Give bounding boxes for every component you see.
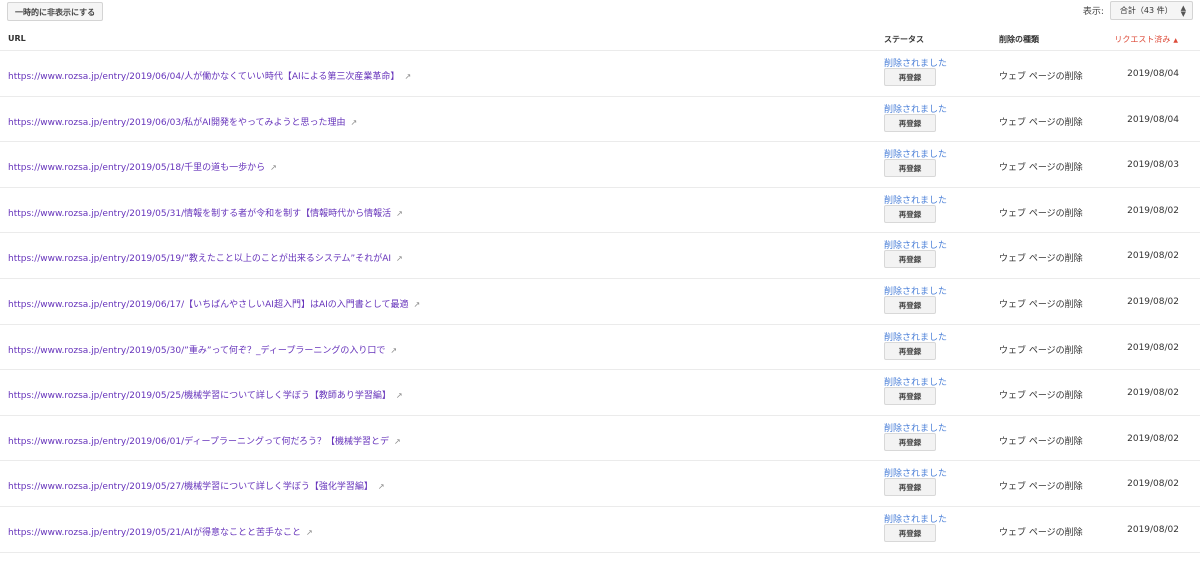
url-text: https://www.rozsa.jp/entry/2019/05/21/AI…	[8, 527, 301, 538]
requested-date: 2019/08/02	[1127, 251, 1179, 262]
requested-date: 2019/08/02	[1127, 479, 1179, 490]
url-link[interactable]: https://www.rozsa.jp/entry/2019/05/30/”重…	[8, 343, 397, 356]
display-filter: 表示: 合計（43 件） ▲ ▼	[1083, 1, 1193, 20]
re-register-button[interactable]: 再登録	[884, 523, 936, 542]
status-text: 削除されました	[884, 195, 948, 206]
external-link-icon[interactable]: ↗	[396, 391, 403, 400]
requested-date: 2019/08/02	[1127, 433, 1179, 444]
status-text: 削除されました	[884, 104, 948, 115]
select-arrows-icon: ▲ ▼	[1180, 3, 1186, 18]
requested-date: 2019/08/02	[1127, 342, 1179, 353]
url-text: https://www.rozsa.jp/entry/2019/06/04/人が…	[8, 72, 400, 82]
column-header-url[interactable]: URL	[8, 34, 26, 43]
url-link[interactable]: https://www.rozsa.jp/entry/2019/06/17/【い…	[8, 297, 420, 310]
toolbar: 一時的に非表示にする 表示: 合計（43 件） ▲ ▼	[0, 0, 1200, 28]
removal-type: ウェブ ページの削除	[999, 391, 1083, 402]
url-link[interactable]: https://www.rozsa.jp/entry/2019/05/31/情報…	[8, 206, 403, 219]
url-text: https://www.rozsa.jp/entry/2019/06/03/私が…	[8, 117, 346, 128]
table-row: https://www.rozsa.jp/entry/2019/05/27/機械…	[0, 461, 1200, 507]
removal-type: ウェブ ページの削除	[999, 299, 1083, 310]
sort-ascending-icon: ▲	[1173, 37, 1178, 44]
url-link[interactable]: https://www.rozsa.jp/entry/2019/05/19/”教…	[8, 251, 403, 264]
url-text: https://www.rozsa.jp/entry/2019/05/25/機械…	[8, 391, 391, 402]
display-select-value: 合計（43 件）	[1119, 6, 1173, 15]
removal-type: ウェブ ページの削除	[999, 163, 1083, 174]
re-register-button[interactable]: 再登録	[884, 68, 936, 86]
url-text: https://www.rozsa.jp/entry/2019/05/27/機械…	[8, 482, 373, 493]
url-link[interactable]: https://www.rozsa.jp/entry/2019/05/21/AI…	[8, 525, 313, 538]
external-link-icon[interactable]: ↗	[414, 300, 421, 309]
table-row: https://www.rozsa.jp/entry/2019/05/25/機械…	[0, 370, 1200, 416]
url-link[interactable]: https://www.rozsa.jp/entry/2019/05/27/機械…	[8, 479, 385, 492]
external-link-icon[interactable]: ↗	[404, 72, 411, 81]
removal-type: ウェブ ページの削除	[999, 345, 1083, 356]
requested-date: 2019/08/02	[1127, 524, 1179, 535]
hide-temporarily-button[interactable]: 一時的に非表示にする	[7, 2, 104, 21]
url-text: https://www.rozsa.jp/entry/2019/05/19/”教…	[8, 254, 392, 265]
requested-date: 2019/08/02	[1127, 205, 1179, 216]
external-link-icon[interactable]: ↗	[396, 254, 403, 263]
requested-date: 2019/08/03	[1127, 160, 1179, 171]
external-link-icon[interactable]: ↗	[394, 437, 401, 446]
table-header: URL ステータス 削除の種類 リクエスト済み ▲	[0, 28, 1200, 51]
external-link-icon[interactable]: ↗	[378, 482, 385, 491]
url-text: https://www.rozsa.jp/entry/2019/06/01/ディ…	[8, 436, 389, 447]
re-register-button[interactable]: 再登録	[884, 113, 936, 132]
requested-date: 2019/08/04	[1127, 69, 1179, 79]
url-text: https://www.rozsa.jp/entry/2019/05/30/”重…	[8, 345, 386, 356]
external-link-icon[interactable]: ↗	[396, 209, 403, 218]
table-row: https://www.rozsa.jp/entry/2019/06/04/人が…	[0, 51, 1200, 97]
url-text: https://www.rozsa.jp/entry/2019/05/18/千里…	[8, 163, 266, 174]
table-body: https://www.rozsa.jp/entry/2019/06/04/人が…	[0, 51, 1200, 553]
url-link[interactable]: https://www.rozsa.jp/entry/2019/05/18/千里…	[8, 160, 277, 173]
table-row: https://www.rozsa.jp/entry/2019/05/21/AI…	[0, 507, 1200, 553]
table-row: https://www.rozsa.jp/entry/2019/06/03/私が…	[0, 97, 1200, 143]
removal-type: ウェブ ページの削除	[999, 208, 1083, 219]
removal-type: ウェブ ページの削除	[999, 117, 1083, 128]
column-header-requested-label: リクエスト済み	[1114, 35, 1171, 44]
removal-type: ウェブ ページの削除	[999, 254, 1083, 265]
status-text: 削除されました	[884, 332, 948, 343]
re-register-button[interactable]: 再登録	[884, 204, 936, 223]
url-text: https://www.rozsa.jp/entry/2019/05/31/情報…	[8, 208, 392, 219]
re-register-button[interactable]: 再登録	[884, 159, 936, 178]
table-row: https://www.rozsa.jp/entry/2019/06/17/【い…	[0, 279, 1200, 325]
re-register-button[interactable]: 再登録	[884, 478, 936, 497]
status-text: 削除されました	[884, 514, 948, 525]
external-link-icon[interactable]: ↗	[390, 346, 397, 355]
table-row: https://www.rozsa.jp/entry/2019/05/31/情報…	[0, 188, 1200, 234]
url-link[interactable]: https://www.rozsa.jp/entry/2019/06/03/私が…	[8, 115, 357, 128]
url-link[interactable]: https://www.rozsa.jp/entry/2019/06/04/人が…	[8, 69, 411, 82]
requested-date: 2019/08/04	[1127, 114, 1179, 125]
table-row: https://www.rozsa.jp/entry/2019/05/19/”教…	[0, 233, 1200, 279]
table-row: https://www.rozsa.jp/entry/2019/06/01/ディ…	[0, 416, 1200, 462]
removal-type: ウェブ ページの削除	[999, 436, 1083, 447]
external-link-icon[interactable]: ↗	[351, 118, 358, 127]
external-link-icon[interactable]: ↗	[306, 528, 313, 537]
url-text: https://www.rozsa.jp/entry/2019/06/17/【い…	[8, 299, 409, 310]
re-register-button[interactable]: 再登録	[884, 341, 936, 360]
column-header-type[interactable]: 削除の種類	[999, 34, 1039, 45]
removal-type: ウェブ ページの削除	[999, 527, 1083, 538]
re-register-button[interactable]: 再登録	[884, 250, 936, 269]
column-header-requested[interactable]: リクエスト済み ▲	[1114, 34, 1178, 45]
url-link[interactable]: https://www.rozsa.jp/entry/2019/05/25/機械…	[8, 388, 403, 401]
removal-type: ウェブ ページの削除	[999, 72, 1083, 82]
requested-date: 2019/08/02	[1127, 296, 1179, 307]
re-register-button[interactable]: 再登録	[884, 387, 936, 406]
status-text: 削除されました	[884, 423, 948, 434]
table-row: https://www.rozsa.jp/entry/2019/05/18/千里…	[0, 142, 1200, 188]
removal-type: ウェブ ページの削除	[999, 482, 1083, 493]
external-link-icon[interactable]: ↗	[270, 163, 277, 172]
display-select[interactable]: 合計（43 件） ▲ ▼	[1109, 1, 1193, 20]
display-label: 表示:	[1082, 7, 1104, 17]
url-link[interactable]: https://www.rozsa.jp/entry/2019/06/01/ディ…	[8, 434, 401, 447]
column-header-status[interactable]: ステータス	[884, 34, 924, 45]
table-row: https://www.rozsa.jp/entry/2019/05/30/”重…	[0, 325, 1200, 371]
re-register-button[interactable]: 再登録	[884, 295, 936, 314]
re-register-button[interactable]: 再登録	[884, 432, 936, 451]
requested-date: 2019/08/02	[1127, 388, 1179, 399]
